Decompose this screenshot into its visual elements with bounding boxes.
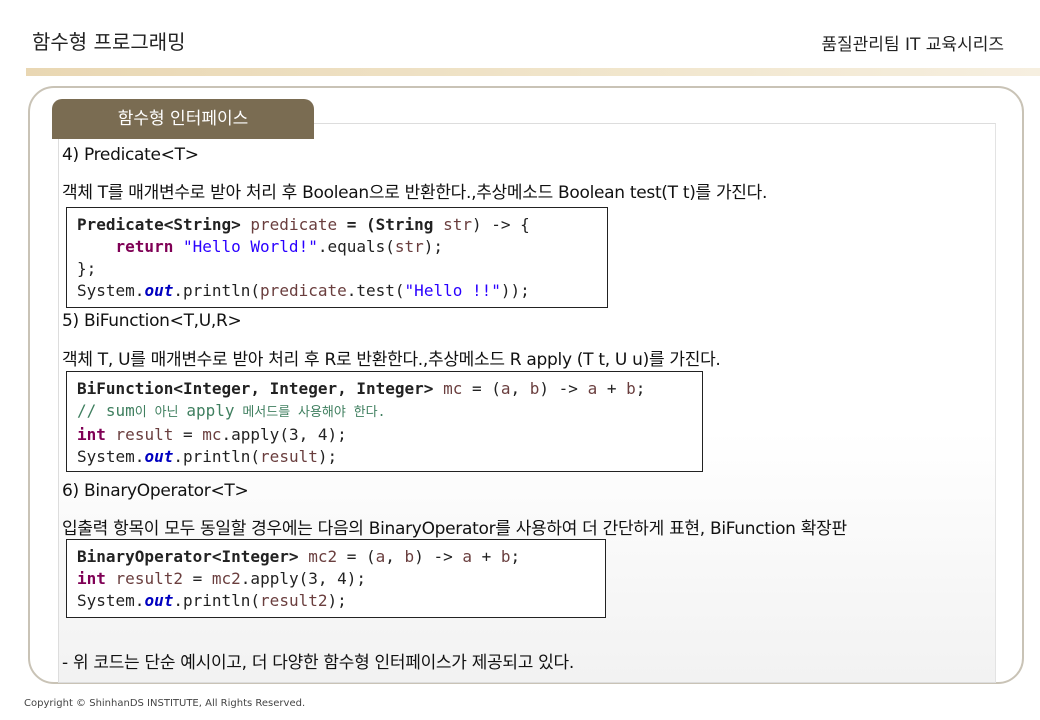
code-token: ; bbox=[510, 547, 521, 566]
code-token: ; bbox=[635, 379, 646, 398]
code-token: .println( bbox=[173, 281, 261, 300]
heading-predicate: 4) Predicate<T> bbox=[62, 145, 199, 165]
code-token: 이 아닌 bbox=[134, 405, 187, 420]
heading-binaryoperator: 6) BinaryOperator<T> bbox=[62, 481, 249, 501]
code-token: b bbox=[626, 379, 636, 398]
code-token: // sum bbox=[77, 401, 135, 420]
code-token: .println( bbox=[173, 447, 261, 466]
code-token: mc2 bbox=[211, 569, 241, 588]
code-token: str bbox=[443, 215, 472, 234]
code-token: BinaryOperator<Integer> bbox=[77, 547, 299, 566]
code-token: a bbox=[375, 547, 386, 566]
code-token: result2 bbox=[115, 569, 183, 588]
code-token: int bbox=[77, 425, 106, 444]
code-token: + bbox=[472, 547, 501, 566]
desc-binaryoperator: 입출력 항목이 모두 동일할 경우에는 다음의 BinaryOperator를 … bbox=[62, 519, 847, 539]
code-token: .apply(3, 4); bbox=[240, 569, 367, 588]
code-token: ) -> bbox=[414, 547, 463, 566]
code-token: Predicate<String> bbox=[77, 215, 241, 234]
code-token: "Hello World!" bbox=[182, 237, 318, 256]
code-token: BiFunction<Integer, Integer, Integer> bbox=[77, 379, 434, 398]
code-token: out bbox=[144, 591, 174, 610]
code-token: .println( bbox=[173, 591, 261, 610]
code-token: = bbox=[173, 425, 203, 444]
code-token: .test( bbox=[346, 281, 405, 300]
code-token: ) -> { bbox=[471, 215, 530, 234]
code-token: , bbox=[510, 379, 530, 398]
header-band bbox=[26, 68, 1040, 76]
code-token: = ( bbox=[337, 547, 376, 566]
code-token: predicate bbox=[250, 215, 338, 234]
code-block-binaryoperator: BinaryOperator<Integer> mc2 = (a, b) -> … bbox=[66, 539, 606, 618]
code-token: = bbox=[182, 569, 212, 588]
footer-copyright: Copyright © ShinhanDS INSTITUTE, All Rig… bbox=[24, 698, 306, 709]
code-token: .equals( bbox=[317, 237, 395, 256]
code-token: ); bbox=[423, 237, 444, 256]
code-token: "Hello !!" bbox=[404, 281, 501, 300]
code-token: mc bbox=[202, 425, 222, 444]
code-token: return bbox=[115, 237, 174, 256]
heading-bifunction: 5) BiFunction<T,U,R> bbox=[62, 311, 242, 331]
code-token: result2 bbox=[260, 591, 328, 610]
page-title: 함수형 프로그래밍 bbox=[32, 30, 186, 54]
series-title: 품질관리팀 IT 교육시리즈 bbox=[821, 35, 1004, 55]
section-tab: 함수형 인터페이스 bbox=[52, 99, 314, 139]
desc-bifunction: 객체 T, U를 매개변수로 받아 처리 후 R로 반환한다.,추상메소드 R … bbox=[62, 350, 721, 370]
code-token: = (String bbox=[337, 215, 444, 234]
code-token: = ( bbox=[462, 379, 501, 398]
code-token: a bbox=[462, 547, 472, 566]
code-token: apply bbox=[186, 401, 235, 420]
code-token: result bbox=[260, 447, 318, 466]
code-token: )); bbox=[500, 281, 530, 300]
code-token: out bbox=[144, 281, 174, 300]
code-token: mc bbox=[443, 379, 463, 398]
code-token: mc2 bbox=[308, 547, 338, 566]
desc-predicate: 객체 T를 매개변수로 받아 처리 후 Boolean으로 반환한다.,추상메소… bbox=[62, 183, 768, 203]
code-token: int bbox=[77, 569, 106, 588]
code-block-bifunction: BiFunction<Integer, Integer, Integer> mc… bbox=[66, 371, 703, 472]
code-token: b bbox=[529, 379, 540, 398]
code-token: str bbox=[394, 237, 424, 256]
code-token: + bbox=[597, 379, 627, 398]
code-token: .apply(3, 4); bbox=[221, 425, 347, 444]
code-token: ); bbox=[317, 447, 338, 466]
code-token: }; bbox=[77, 259, 97, 278]
code-token: b bbox=[500, 547, 511, 566]
code-token: ) -> bbox=[539, 379, 588, 398]
code-token: b bbox=[404, 547, 415, 566]
code-token: System. bbox=[77, 447, 145, 466]
code-token: a bbox=[587, 379, 598, 398]
code-token: ); bbox=[327, 591, 347, 610]
code-token: result bbox=[115, 425, 174, 444]
code-token: a bbox=[500, 379, 511, 398]
code-token: , bbox=[385, 547, 405, 566]
code-token: 메서드를 사용해야 한다. bbox=[234, 405, 386, 420]
code-token: out bbox=[144, 447, 174, 466]
code-block-predicate: Predicate<String> predicate = (String st… bbox=[66, 207, 608, 308]
note: - 위 코드는 단순 예시이고, 더 다양한 함수형 인터페이스가 제공되고 있… bbox=[62, 653, 574, 673]
code-token: System. bbox=[77, 281, 145, 300]
code-token: System. bbox=[77, 591, 145, 610]
code-token: predicate bbox=[260, 281, 347, 300]
